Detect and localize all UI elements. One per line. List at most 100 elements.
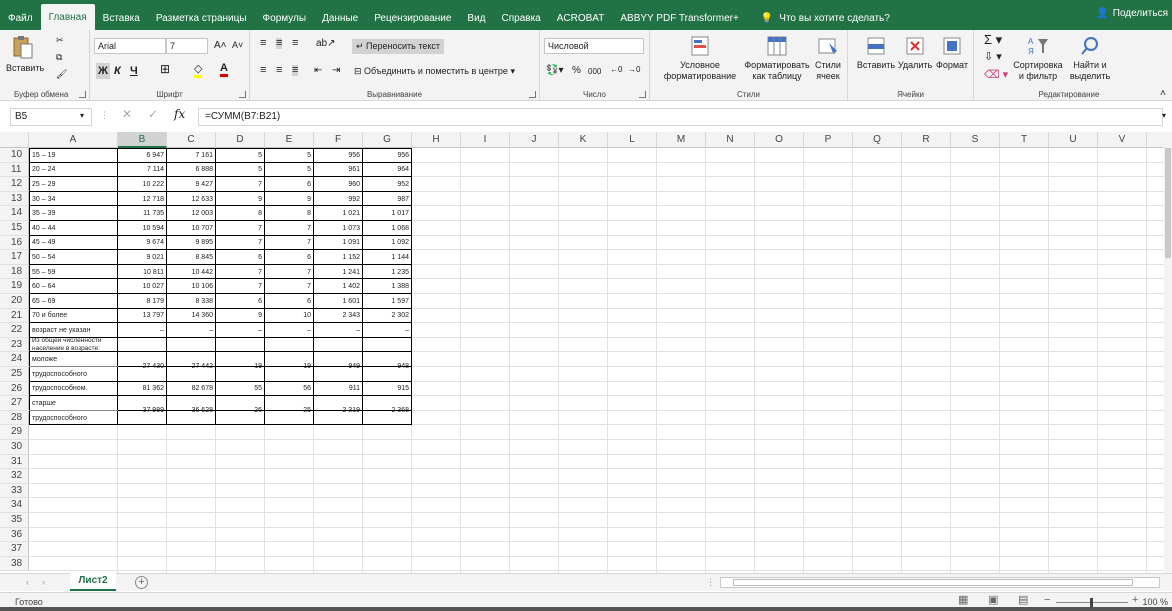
font-size-select[interactable]: 7 xyxy=(166,38,208,54)
row-header[interactable]: 34 xyxy=(0,498,29,513)
column-header-e[interactable]: E xyxy=(265,132,314,148)
cell-b23[interactable] xyxy=(118,338,167,353)
zoom-in-icon[interactable]: + xyxy=(1132,595,1138,606)
column-header-o[interactable]: O xyxy=(755,132,804,148)
align-left-icon[interactable]: ≡ xyxy=(260,65,266,76)
cell-d10[interactable]: 5 xyxy=(216,148,265,163)
column-header-h[interactable]: H xyxy=(412,132,461,148)
row-header[interactable]: 28 xyxy=(0,410,29,426)
share-button[interactable]: 👤 Поделиться xyxy=(1096,8,1168,19)
column-header-n[interactable]: N xyxy=(706,132,755,148)
cell-d23[interactable] xyxy=(216,338,265,353)
cell-e17[interactable]: 6 xyxy=(265,250,314,265)
currency-icon[interactable]: 💱▾ xyxy=(546,65,563,76)
prev-sheet-icon[interactable]: ‹ xyxy=(26,577,29,588)
cell-c16[interactable]: 9 895 xyxy=(167,236,216,251)
alignment-launcher-icon[interactable] xyxy=(529,91,536,98)
cell-f17[interactable]: 1 152 xyxy=(314,250,363,265)
format-cells-button[interactable]: Формат xyxy=(932,35,972,71)
column-header-k[interactable]: K xyxy=(559,132,608,148)
insert-cells-button[interactable]: Вставить xyxy=(854,35,898,71)
vertical-scroll-thumb[interactable] xyxy=(1165,148,1171,258)
cell-g17[interactable]: 1 144 xyxy=(363,250,412,265)
collapse-ribbon-icon[interactable]: ˄ xyxy=(1160,88,1166,99)
tab-8[interactable]: Справка xyxy=(494,6,549,30)
cell-f18[interactable]: 1 241 xyxy=(314,265,363,280)
row-header[interactable]: 32 xyxy=(0,469,29,484)
cancel-icon[interactable]: ✕ xyxy=(122,108,132,120)
cell-g26[interactable]: 915 xyxy=(363,382,412,397)
italic-button[interactable]: К xyxy=(114,63,121,79)
format-as-table-button[interactable]: Форматировать как таблицу xyxy=(742,35,812,82)
cell-e21[interactable]: 10 xyxy=(265,309,314,324)
align-top-icon[interactable]: ≡ xyxy=(260,38,266,49)
increase-indent-icon[interactable]: ⇥ xyxy=(332,65,340,76)
cell-f14[interactable]: 1 021 xyxy=(314,206,363,221)
cell-e20[interactable]: 6 xyxy=(265,294,314,309)
cell-a24[interactable]: моложе xyxy=(29,352,118,367)
tell-me-search[interactable]: 💡 Что вы хотите сделать? xyxy=(747,6,890,30)
cell-c11[interactable]: 6 888 xyxy=(167,163,216,178)
align-right-icon[interactable]: ≡ xyxy=(292,65,299,76)
row-header[interactable]: 30 xyxy=(0,440,29,455)
cell-a28[interactable]: трудоспособного xyxy=(29,411,118,426)
cell-e15[interactable]: 7 xyxy=(265,221,314,236)
cell-g12[interactable]: 952 xyxy=(363,177,412,192)
number-launcher-icon[interactable] xyxy=(639,91,646,98)
row-header[interactable]: 23 xyxy=(0,337,29,353)
cell-b19[interactable]: 10 027 xyxy=(118,279,167,294)
row-header[interactable]: 17 xyxy=(0,250,29,265)
column-header-f[interactable]: F xyxy=(314,132,363,148)
fill-color-icon[interactable]: ◇ xyxy=(194,64,203,78)
insert-function-icon[interactable]: fx xyxy=(174,108,185,120)
align-center-icon[interactable]: ≡ xyxy=(276,65,282,76)
cell-f16[interactable]: 1 091 xyxy=(314,236,363,251)
row-header[interactable]: 35 xyxy=(0,513,29,528)
cell-b10[interactable]: 6 947 xyxy=(118,148,167,163)
column-header-j[interactable]: J xyxy=(510,132,559,148)
cell-d16[interactable]: 7 xyxy=(216,236,265,251)
cell-g14[interactable]: 1 017 xyxy=(363,206,412,221)
cell-b17[interactable]: 9 021 xyxy=(118,250,167,265)
cell-f15[interactable]: 1 073 xyxy=(314,221,363,236)
row-header[interactable]: 11 xyxy=(0,162,29,178)
normal-view-icon[interactable]: ▦ xyxy=(958,595,968,606)
cell-a21[interactable]: 70 и более xyxy=(29,309,118,324)
tab-split-icon[interactable]: ⋮ xyxy=(706,577,715,588)
autosum-icon[interactable]: Σ ▾ xyxy=(984,33,1002,46)
cell-c22[interactable]: – xyxy=(167,323,216,338)
row-header[interactable]: 21 xyxy=(0,308,29,324)
cell-g16[interactable]: 1 092 xyxy=(363,236,412,251)
column-header-a[interactable]: A xyxy=(29,132,118,148)
column-header-c[interactable]: C xyxy=(167,132,216,148)
cell-a27[interactable]: старше xyxy=(29,396,118,411)
cell-b11[interactable]: 7 114 xyxy=(118,163,167,178)
cell-g22[interactable]: – xyxy=(363,323,412,338)
column-header-g[interactable]: G xyxy=(363,132,412,148)
decrease-decimal-icon[interactable]: →0 xyxy=(628,64,640,75)
cell-f23[interactable] xyxy=(314,338,363,353)
font-launcher-icon[interactable] xyxy=(239,91,246,98)
cell-e19[interactable]: 7 xyxy=(265,279,314,294)
row-header[interactable]: 26 xyxy=(0,381,29,397)
row-header[interactable]: 22 xyxy=(0,323,29,338)
cell-c20[interactable]: 8 338 xyxy=(167,294,216,309)
decrease-indent-icon[interactable]: ⇤ xyxy=(314,65,322,76)
cell-a19[interactable]: 60 – 64 xyxy=(29,279,118,294)
cell-c10[interactable]: 7 161 xyxy=(167,148,216,163)
cell-d21[interactable]: 9 xyxy=(216,309,265,324)
font-color-icon[interactable]: A xyxy=(220,63,228,77)
row-header[interactable]: 10 xyxy=(0,148,29,163)
cell-e18[interactable]: 7 xyxy=(265,265,314,280)
cell-c21[interactable]: 14 360 xyxy=(167,309,216,324)
cell-e22[interactable]: – xyxy=(265,323,314,338)
cell-c12[interactable]: 9 427 xyxy=(167,177,216,192)
cell-a11[interactable]: 20 – 24 xyxy=(29,163,118,178)
align-bottom-icon[interactable]: ≡ xyxy=(292,38,298,49)
column-header-t[interactable]: T xyxy=(1000,132,1049,148)
row-header[interactable]: 37 xyxy=(0,542,29,557)
cell-e16[interactable]: 7 xyxy=(265,236,314,251)
align-middle-icon[interactable]: ≡ xyxy=(276,38,283,49)
cell-f11[interactable]: 961 xyxy=(314,163,363,178)
cell-a17[interactable]: 50 – 54 xyxy=(29,250,118,265)
